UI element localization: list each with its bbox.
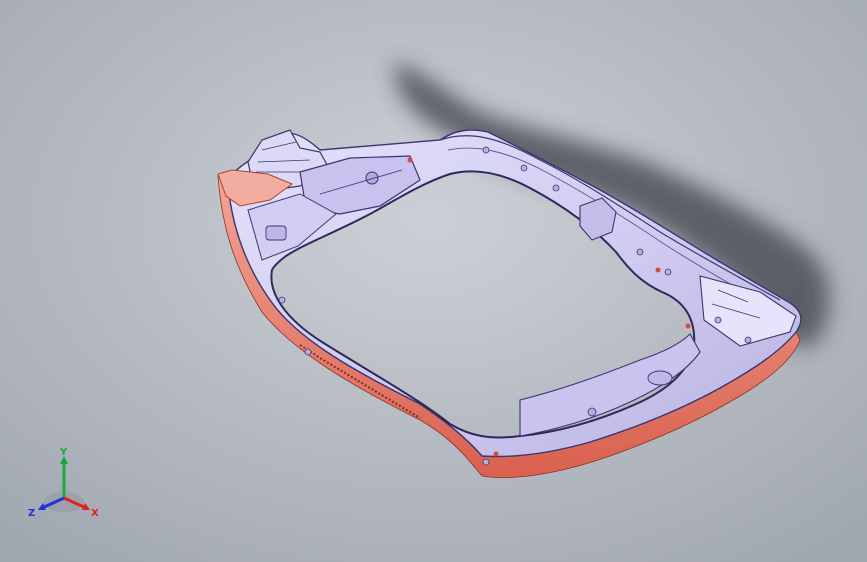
coordinate-triad: Y X Z: [28, 448, 99, 519]
x-label: X: [91, 508, 99, 519]
channel-hole: [587, 407, 597, 417]
plate-hole: [365, 171, 379, 185]
graphics-viewport[interactable]: Y X Z: [0, 0, 867, 562]
model-view[interactable]: [0, 0, 867, 562]
y-label: Y: [59, 448, 68, 458]
channel-slot: [265, 225, 287, 241]
channel-boss: [647, 370, 673, 386]
z-label: Z: [28, 508, 35, 519]
